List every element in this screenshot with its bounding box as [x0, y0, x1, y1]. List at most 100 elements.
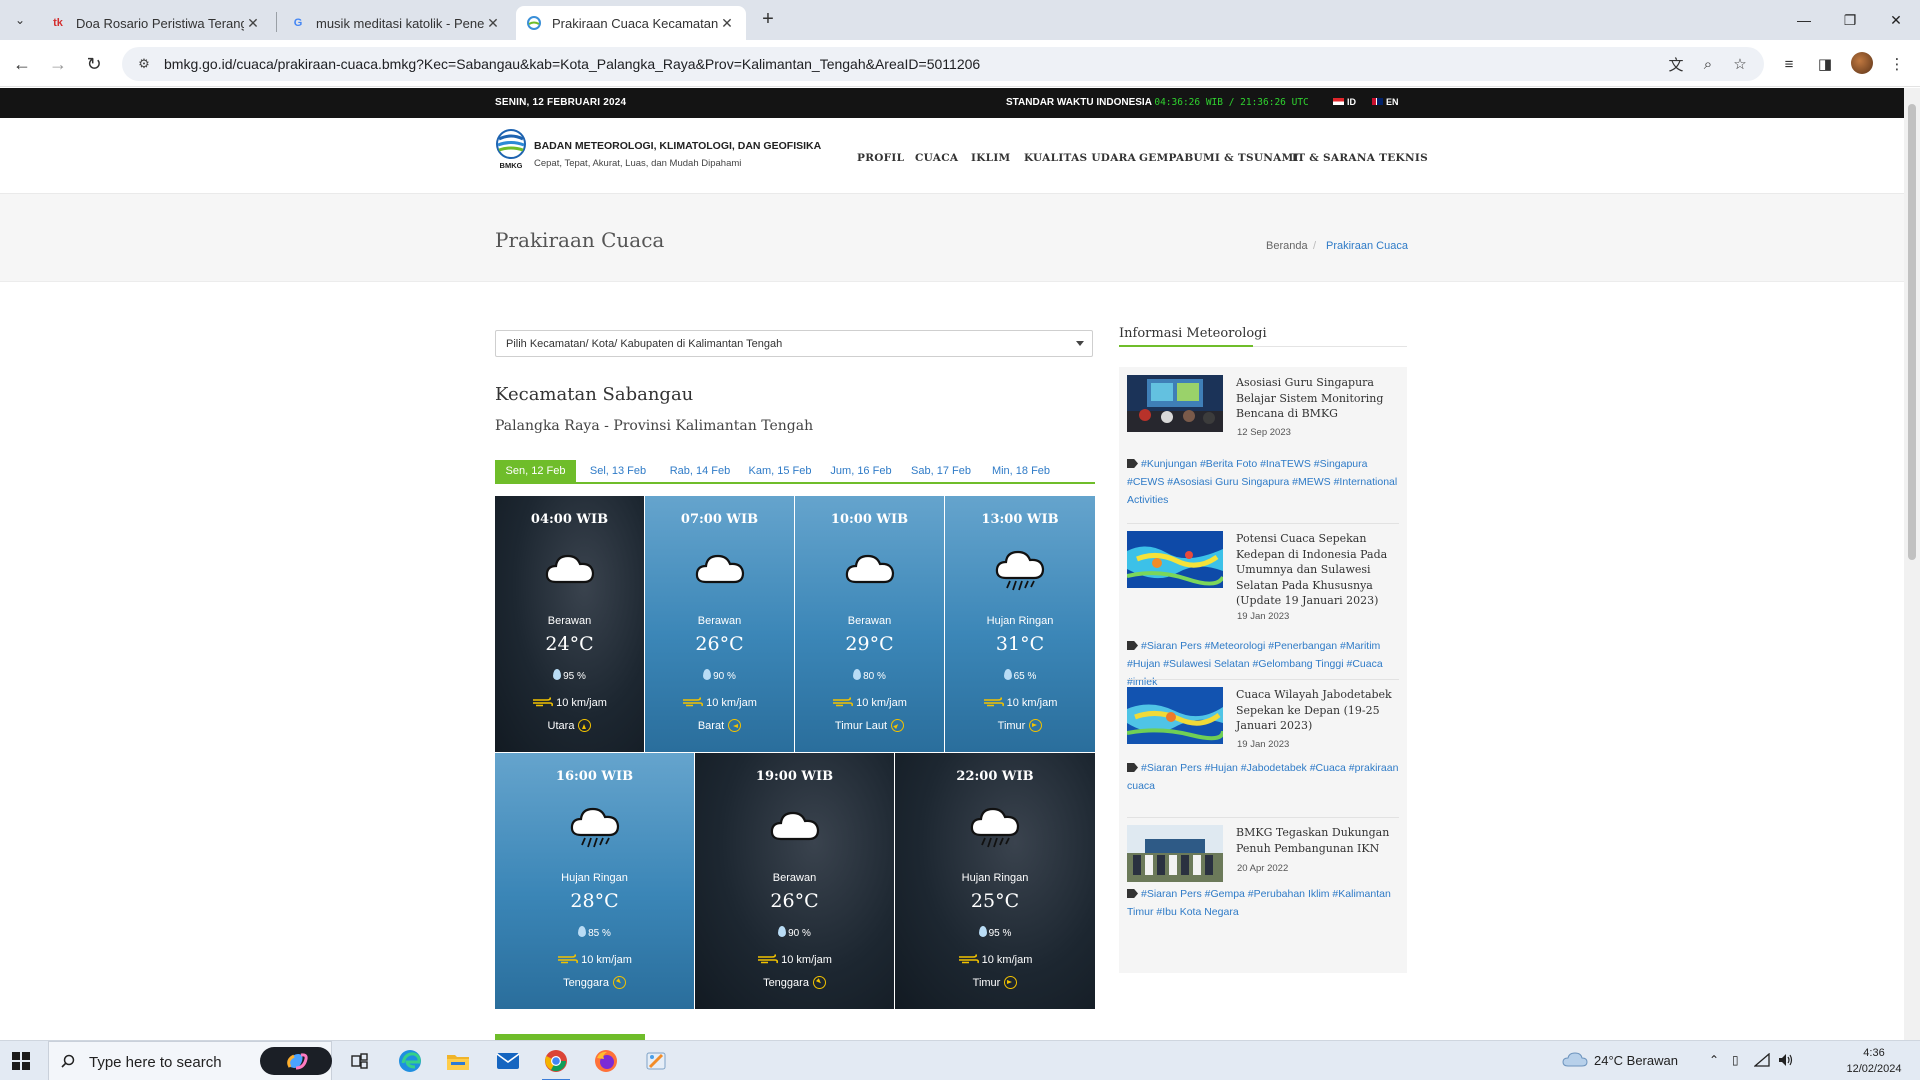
minimize-window-icon[interactable]: —	[1781, 0, 1827, 40]
tab-day-4[interactable]: Kam, 15 Feb	[740, 460, 820, 482]
location-select[interactable]: Pilih Kecamatan/ Kota/ Kabupaten di Kali…	[495, 330, 1093, 357]
nav-gempabumi-tsunami[interactable]: GEMPABUMI & TSUNAMI	[1139, 152, 1299, 164]
file-explorer-icon[interactable]	[434, 1041, 482, 1080]
humidity-drop-icon	[703, 669, 712, 680]
sidebar-heading: Informasi Meteorologi	[1119, 326, 1267, 341]
wind-direction-label: Tenggara	[763, 977, 809, 989]
humidity-value: 85 %	[588, 928, 611, 939]
forecast-humidity: 90 %	[645, 669, 794, 682]
news-title[interactable]: Cuaca Wilayah Jabodetabek Sepekan ke Dep…	[1236, 687, 1400, 734]
tag-icon	[1127, 641, 1138, 650]
tag-icon	[1127, 459, 1138, 468]
news-title[interactable]: Potensi Cuaca Sepekan Kedepan di Indones…	[1236, 531, 1400, 609]
forward-button[interactable]: →	[44, 50, 72, 78]
side-panel-icon[interactable]: ◨	[1811, 50, 1839, 78]
bookmark-star-icon[interactable]: ☆	[1725, 47, 1755, 81]
news-thumbnail[interactable]	[1127, 375, 1223, 432]
forecast-wind-direction: Timur	[945, 719, 1095, 732]
tab-day-5[interactable]: Jum, 16 Feb	[821, 460, 901, 482]
reading-list-icon[interactable]: ≡	[1775, 50, 1803, 78]
news-item[interactable]: Asosiasi Guru Singapura Belajar Sistem M…	[1127, 375, 1399, 515]
tab-favicon: tk	[53, 17, 63, 29]
nav-cuaca[interactable]: CUACA	[915, 152, 958, 164]
forecast-temperature: 26°C	[695, 633, 744, 655]
browser-tab-prakiraan[interactable]: Prakiraan Cuaca Kecamatan Sab ✕	[516, 6, 746, 40]
tab-day-2[interactable]: Sel, 13 Feb	[578, 460, 658, 482]
wind-direction-label: Timur	[972, 977, 1001, 989]
address-bar[interactable]: ⚙ bmkg.go.id/cuaca/prakiraan-cuaca.bmkg?…	[122, 47, 1764, 81]
reload-button[interactable]: ↻	[80, 50, 108, 78]
taskbar-clock[interactable]: 4:36 12/02/2024	[1846, 1045, 1902, 1077]
news-item[interactable]: BMKG Tegaskan Dukungan Penuh Pembangunan…	[1127, 825, 1399, 935]
news-tags-text[interactable]: #Siaran Pers #Hujan #Jabodetabek #Cuaca …	[1127, 762, 1398, 792]
news-title[interactable]: BMKG Tegaskan Dukungan Penuh Pembangunan…	[1236, 825, 1400, 856]
news-item[interactable]: Potensi Cuaca Sepekan Kedepan di Indones…	[1126, 531, 1400, 688]
news-tags: #Siaran Pers #Gempa #Perubahan Iklim #Ka…	[1127, 885, 1399, 921]
page-scrollbar[interactable]	[1904, 88, 1920, 1040]
lang-en-link[interactable]: EN	[1372, 97, 1399, 107]
paint-app-icon[interactable]	[632, 1041, 680, 1080]
forecast-condition: Hujan Ringan	[961, 872, 1029, 884]
forecast-card: 13:00 WIB Hujan Ringan 31°C 65 % 10 km/j…	[945, 496, 1095, 752]
restore-window-icon[interactable]: ❐	[1827, 0, 1873, 40]
browser-tab-musik[interactable]: G musik meditasi katolik - Penelu ✕	[280, 6, 512, 40]
chrome-menu-icon[interactable]: ⋮	[1883, 50, 1911, 78]
translate-icon[interactable]: 文	[1661, 47, 1691, 81]
news-thumbnail[interactable]	[1126, 531, 1225, 588]
volume-icon[interactable]	[1778, 1053, 1794, 1070]
firefox-icon[interactable]	[582, 1041, 630, 1080]
site-info-icon[interactable]: ⚙	[128, 56, 160, 72]
close-tab-icon[interactable]: ✕	[244, 15, 262, 32]
bmkg-logo[interactable]: BMKG	[494, 129, 528, 170]
taskbar-weather[interactable]: 24°C Berawan	[1562, 1052, 1678, 1068]
kecamatan-heading: Kecamatan Sabangau	[495, 384, 694, 405]
device-icon[interactable]: ▯	[1732, 1053, 1739, 1067]
edge-icon[interactable]	[386, 1041, 434, 1080]
news-item[interactable]: Cuaca Wilayah Jabodetabek Sepekan ke Dep…	[1126, 687, 1400, 805]
close-tab-icon[interactable]: ✕	[718, 15, 736, 32]
breadcrumb-home[interactable]: Beranda	[1266, 240, 1308, 252]
forecast-condition: Hujan Ringan	[986, 615, 1054, 627]
profile-avatar[interactable]	[1851, 52, 1873, 74]
tab-search-icon[interactable]: ⌄	[8, 8, 32, 32]
news-title[interactable]: Asosiasi Guru Singapura Belajar Sistem M…	[1236, 375, 1400, 422]
news-thumbnail[interactable]	[1126, 687, 1225, 744]
copilot-icon[interactable]	[260, 1047, 332, 1075]
nav-profil[interactable]: PROFIL	[857, 152, 904, 164]
breadcrumb-separator: /	[1313, 240, 1317, 252]
rain-cloud-icon	[567, 799, 623, 851]
task-view-icon[interactable]	[336, 1041, 384, 1080]
network-icon[interactable]	[1753, 1052, 1770, 1070]
tab-day-1[interactable]: Sen, 12 Feb	[495, 460, 576, 482]
back-button[interactable]: ←	[8, 50, 36, 78]
news-tags-text[interactable]: #Kunjungan #Berita Foto #InaTEWS #Singap…	[1127, 458, 1397, 506]
nav-kualitas-udara[interactable]: KUALITAS UDARA	[1024, 152, 1136, 164]
chevron-up-icon[interactable]: ⌃	[1709, 1053, 1719, 1067]
nav-it-sarana-teknis[interactable]: IT & SARANA TEKNIS	[1292, 152, 1428, 164]
tag-icon	[1127, 889, 1138, 898]
lang-id-link[interactable]: ID	[1333, 97, 1356, 107]
new-tab-button[interactable]: +	[756, 8, 780, 32]
zoom-icon[interactable]: ⌕	[1693, 47, 1723, 81]
tab-day-7[interactable]: Min, 18 Feb	[981, 460, 1061, 482]
url-text[interactable]: bmkg.go.id/cuaca/prakiraan-cuaca.bmkg?Ke…	[164, 56, 980, 72]
news-tags-text[interactable]: #Siaran Pers #Gempa #Perubahan Iklim #Ka…	[1127, 888, 1391, 918]
tag-icon	[1127, 763, 1138, 772]
nav-iklim[interactable]: IKLIM	[971, 152, 1010, 164]
windows-start-icon[interactable]	[12, 1052, 30, 1070]
humidity-drop-icon	[778, 926, 787, 937]
mail-icon[interactable]	[484, 1041, 532, 1080]
chrome-taskbar-icon[interactable]	[532, 1041, 580, 1080]
forecast-temperature: 31°C	[995, 633, 1045, 655]
browser-tab-rosario[interactable]: tk Doa Rosario Peristiwa Terang - ✕	[40, 6, 272, 40]
news-tags-text[interactable]: #Siaran Pers #Meteorologi #Penerbangan #…	[1127, 640, 1383, 688]
close-tab-icon[interactable]: ✕	[484, 15, 502, 32]
forecast-card: 10:00 WIB Berawan 29°C 80 % 10 km/jam Ti…	[795, 496, 944, 752]
forecast-temperature: 29°C	[845, 633, 894, 655]
news-thumbnail[interactable]	[1127, 825, 1223, 882]
scrollbar-thumb[interactable]	[1908, 104, 1916, 560]
tab-day-6[interactable]: Sab, 17 Feb	[901, 460, 981, 482]
forecast-wind-direction: Tenggara	[495, 973, 694, 992]
tab-day-3[interactable]: Rab, 14 Feb	[660, 460, 740, 482]
close-window-icon[interactable]: ✕	[1873, 0, 1919, 40]
